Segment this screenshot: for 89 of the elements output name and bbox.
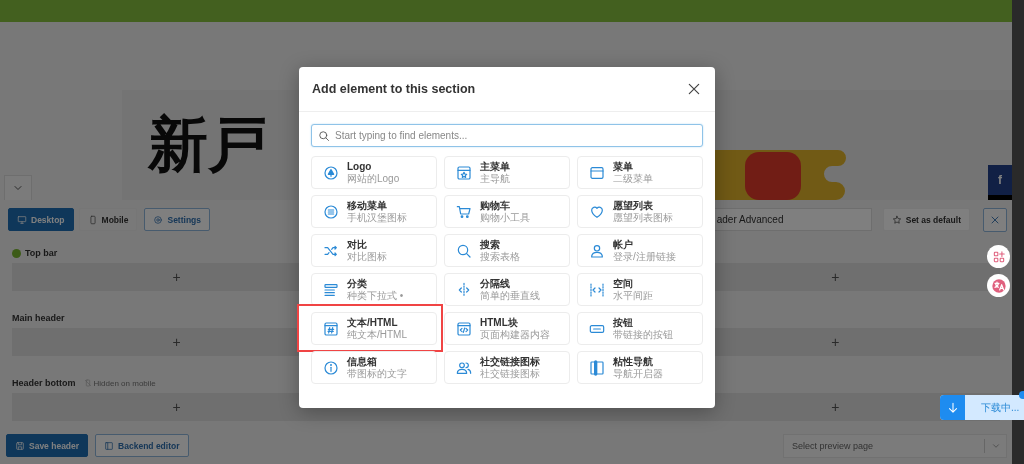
element-card[interactable]: 粘性导航 导航开启器 bbox=[577, 351, 703, 384]
section-label: Top bar bbox=[25, 248, 58, 258]
element-description: 愿望列表图标 bbox=[613, 211, 673, 224]
element-card[interactable]: 对比 对比图标 bbox=[311, 234, 437, 267]
element-description: 二级菜单 bbox=[613, 172, 653, 185]
element-description: 简单的垂直线 bbox=[480, 289, 540, 302]
element-title: 愿望列表 bbox=[613, 199, 654, 212]
divider-icon bbox=[456, 281, 472, 298]
element-title: 社交链接图标 bbox=[480, 355, 540, 368]
dialog-title: Add element to this section bbox=[312, 82, 476, 96]
settings-icon bbox=[153, 214, 164, 225]
element-description: 带图标的文字 bbox=[347, 367, 407, 380]
element-card[interactable]: 按钮 带链接的按钮 bbox=[577, 312, 703, 345]
element-title: Logo bbox=[347, 160, 373, 173]
close-icon bbox=[686, 81, 702, 97]
facebook-button[interactable]: f bbox=[988, 165, 1012, 200]
element-title: 帐户 bbox=[613, 238, 634, 251]
sidebar-icon bbox=[589, 359, 605, 376]
element-description: 种类下拉式 • bbox=[347, 289, 404, 302]
element-card[interactable]: 文本/HTML 纯文本/HTML bbox=[311, 312, 437, 345]
hidden-phone-icon bbox=[83, 379, 92, 387]
element-title: HTML块 bbox=[480, 316, 519, 329]
element-description: 手机汉堡图标 bbox=[347, 211, 407, 224]
code-icon bbox=[456, 320, 472, 337]
element-card[interactable]: 帐户 登录/注册链接 bbox=[577, 234, 703, 267]
list-icon bbox=[323, 281, 339, 298]
download-status: 下载中... bbox=[981, 400, 1020, 415]
element-card[interactable]: 主菜单 主导航 bbox=[444, 156, 570, 189]
element-title: 按钮 bbox=[613, 316, 634, 329]
search-field[interactable]: Start typing to find elements... bbox=[311, 124, 703, 147]
element-title: 移动菜单 bbox=[347, 199, 388, 212]
element-title: 分隔线 bbox=[480, 277, 511, 290]
element-title: 菜单 bbox=[613, 160, 634, 173]
element-title: 粘性导航 bbox=[613, 355, 654, 368]
hash-icon bbox=[323, 320, 339, 337]
element-card[interactable]: 空间 水平间距 bbox=[577, 273, 703, 306]
element-card[interactable]: 菜单 二级菜单 bbox=[577, 156, 703, 189]
element-description: 对比图标 bbox=[347, 250, 387, 263]
star-icon bbox=[891, 214, 902, 225]
apps-add-icon bbox=[991, 249, 1006, 264]
element-card[interactable]: Logo 网站的Logo bbox=[311, 156, 437, 189]
cart-icon bbox=[456, 203, 472, 220]
info-icon bbox=[323, 359, 339, 376]
panel-icon bbox=[104, 440, 115, 451]
window-icon bbox=[589, 164, 605, 181]
section-label: Header bottom bbox=[12, 378, 76, 388]
element-title: 主菜单 bbox=[480, 160, 510, 173]
users-icon bbox=[456, 359, 472, 376]
phone-icon bbox=[87, 214, 98, 225]
element-card[interactable]: 社交链接图标 社交链接图标 bbox=[444, 351, 570, 384]
monitor-icon bbox=[17, 214, 27, 225]
search-icon bbox=[318, 130, 330, 142]
element-title: 空间 bbox=[613, 277, 634, 290]
element-description: 登录/注册链接 bbox=[613, 250, 676, 263]
element-description: 搜索表格 bbox=[480, 250, 520, 263]
element-description: 主导航 bbox=[480, 172, 510, 185]
element-description: 带链接的按钮 bbox=[613, 328, 673, 341]
triangle-circle-icon bbox=[323, 164, 339, 181]
element-card[interactable]: 分隔线 简单的垂直线 bbox=[444, 273, 570, 306]
element-title: 对比 bbox=[347, 238, 368, 251]
translate-icon bbox=[990, 277, 1007, 294]
user-icon bbox=[589, 242, 605, 259]
element-card[interactable]: 愿望列表 愿望列表图标 bbox=[577, 195, 703, 228]
element-description: 纯文本/HTML bbox=[347, 328, 407, 341]
element-description: 水平间距 bbox=[613, 289, 653, 302]
element-card[interactable]: 搜索 搜索表格 bbox=[444, 234, 570, 267]
search-icon bbox=[456, 242, 472, 259]
element-title: 搜索 bbox=[480, 238, 501, 251]
element-description: 社交链接图标 bbox=[480, 367, 540, 380]
section-label: Main header bbox=[12, 313, 65, 323]
menu-icon bbox=[323, 203, 339, 220]
element-title: 信息箱 bbox=[347, 355, 378, 368]
element-description: 购物小工具 bbox=[480, 211, 530, 224]
element-title: 购物车 bbox=[480, 199, 511, 212]
element-card[interactable]: 移动菜单 手机汉堡图标 bbox=[311, 195, 437, 228]
element-description: 网站的Logo bbox=[347, 172, 400, 185]
element-card[interactable]: 分类 种类下拉式 • bbox=[311, 273, 437, 306]
element-card[interactable]: HTML块 页面构建器内容 bbox=[444, 312, 570, 345]
banner-title: 新戸 bbox=[148, 109, 268, 180]
element-description: 页面构建器内容 bbox=[480, 328, 550, 341]
save-icon bbox=[15, 440, 25, 451]
element-title: 分类 bbox=[347, 277, 368, 290]
element-title: 文本/HTML bbox=[347, 316, 399, 329]
element-card[interactable]: 购物车 购物小工具 bbox=[444, 195, 570, 228]
preview-page-select[interactable]: Select preview page bbox=[783, 433, 1007, 458]
element-description: 导航开启器 bbox=[613, 367, 663, 380]
element-card[interactable]: 信息箱 带图标的文字 bbox=[311, 351, 437, 384]
set-default-button[interactable]: Set as default bbox=[882, 208, 970, 231]
close-button[interactable] bbox=[686, 81, 702, 97]
